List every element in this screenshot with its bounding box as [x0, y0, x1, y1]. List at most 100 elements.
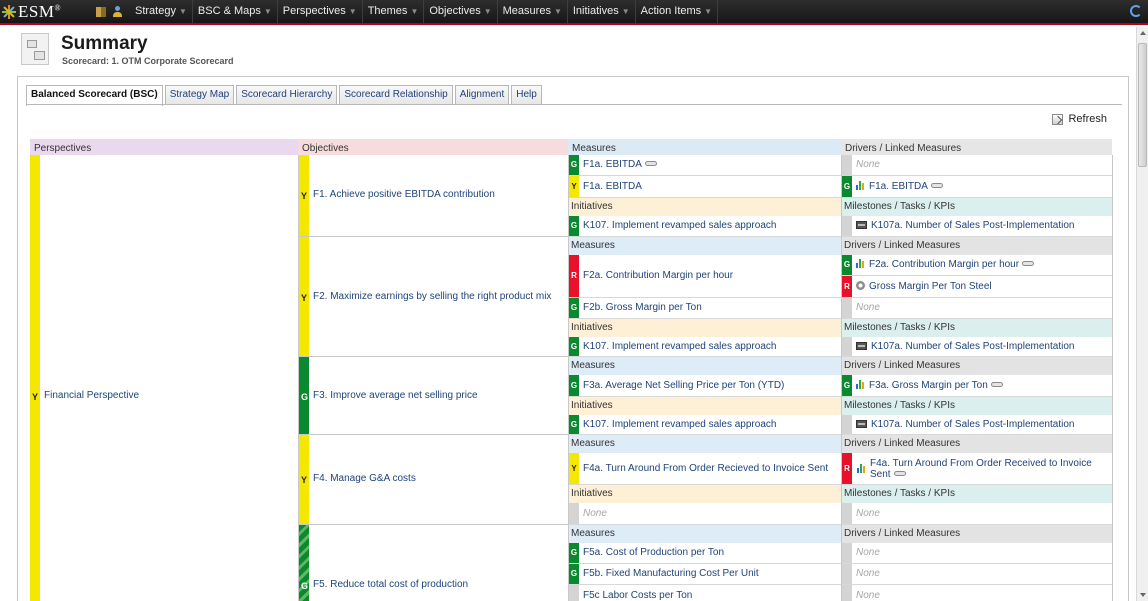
milestone-item[interactable]: K107a. Number of Sales Post-Implementati… [842, 216, 1112, 237]
chart-icon [856, 180, 865, 190]
tab-scorecard-hierarchy[interactable]: Scorecard Hierarchy [236, 85, 338, 105]
driver-item[interactable]: R F4a. Turn Around From Order Received t… [842, 453, 1112, 485]
initiatives-subheader: Initiatives [569, 198, 841, 216]
scrollbar-thumb[interactable] [1138, 43, 1147, 167]
milestone-item-none: None [842, 503, 1112, 525]
chevron-down-icon: ▼ [553, 7, 562, 16]
menu-perspectives[interactable]: Perspectives ▼ [278, 0, 363, 23]
milestones-subheader: Milestones / Tasks / KPIs [842, 397, 1112, 415]
objective-name[interactable]: F1. Achieve positive EBITDA contribution [313, 188, 495, 202]
scroll-up-icon[interactable] [1140, 31, 1146, 35]
milestones-subheader: Milestones / Tasks / KPIs [842, 485, 1112, 503]
objective-status-letter: Y [301, 191, 308, 201]
driver-item[interactable]: R Gross Margin Per Ton Steel [842, 276, 1112, 298]
measure-item[interactable]: R F2a. Contribution Margin per hour [569, 255, 841, 298]
initiative-item[interactable]: G K107. Implement revamped sales approac… [569, 415, 841, 435]
driver-item[interactable]: G F3a. Gross Margin per Ton [842, 375, 1112, 397]
kpi-icon [856, 341, 867, 350]
status-bar: R [569, 255, 579, 297]
objective-name[interactable]: F3. Improve average net selling price [313, 389, 478, 403]
initiatives-subheader: Initiatives [569, 485, 841, 503]
driver-item[interactable]: G F1a. EBITDA [842, 176, 1112, 198]
user-icon[interactable] [112, 6, 122, 17]
chevron-down-icon: ▼ [621, 7, 630, 16]
driver-item-none: None [842, 543, 1112, 564]
logo-text: ESM [18, 1, 55, 21]
menu-strategy[interactable]: Strategy ▼ [130, 0, 193, 23]
perspective-name[interactable]: Financial Perspective [44, 389, 139, 403]
refresh-icon[interactable] [1130, 5, 1142, 17]
status-bar [842, 298, 852, 318]
menu-bsc-maps[interactable]: BSC & Maps ▼ [193, 0, 278, 23]
refresh-label: Refresh [1068, 113, 1107, 125]
chevron-down-icon: ▼ [178, 7, 187, 16]
menu-objectives[interactable]: Objectives ▼ [424, 0, 498, 23]
esm-logo[interactable]: ESM® [0, 0, 92, 23]
kpi-icon [856, 419, 867, 428]
measure-item[interactable]: F5c Labor Costs per Ton [569, 585, 841, 601]
objective-name[interactable]: F2. Maximize earnings by selling the rig… [313, 290, 551, 304]
status-bar: G [569, 155, 579, 175]
status-bar [842, 337, 852, 356]
refresh-button[interactable]: Refresh [1052, 113, 1107, 125]
status-bar [842, 564, 852, 584]
tab-divider [26, 104, 1122, 105]
driver-item[interactable]: G F2a. Contribution Margin per hour [842, 255, 1112, 276]
milestone-item[interactable]: K107a. Number of Sales Post-Implementati… [842, 415, 1112, 435]
milestones-subheader: Milestones / Tasks / KPIs [842, 198, 1112, 216]
initiative-item[interactable]: G K107. Implement revamped sales approac… [569, 216, 841, 237]
menu-initiatives[interactable]: Initiatives ▼ [568, 0, 636, 23]
measure-item[interactable]: G F5a. Cost of Production per Ton [569, 543, 841, 564]
tab-alignment[interactable]: Alignment [454, 85, 510, 105]
objective-row-f3: G F3. Improve average net selling price [299, 357, 568, 435]
chart-icon [857, 464, 866, 473]
column-header-objectives: Objectives [298, 139, 568, 155]
measures-subheader: Measures [569, 357, 841, 375]
tab-strategy-map[interactable]: Strategy Map [164, 85, 235, 105]
driver-item-none: None [842, 155, 1112, 176]
tab-scorecard-relationship[interactable]: Scorecard Relationship [339, 85, 453, 105]
status-bar: Y [569, 453, 579, 484]
objective-name[interactable]: F5. Reduce total cost of production [313, 578, 468, 592]
initiatives-subheader: Initiatives [569, 319, 841, 337]
refresh-icon [1052, 113, 1064, 125]
tab-balanced-scorecard[interactable]: Balanced Scorecard (BSC) [26, 85, 163, 106]
tab-help[interactable]: Help [511, 85, 542, 105]
measures-subheader: Measures [569, 237, 841, 255]
status-bar: G [569, 564, 579, 584]
status-bar: G [842, 176, 852, 197]
content-panel: Balanced Scorecard (BSC) Strategy Map Sc… [17, 76, 1129, 601]
menu-themes[interactable]: Themes ▼ [363, 0, 425, 23]
initiative-item-none: None [569, 503, 841, 525]
vertical-scrollbar[interactable] [1136, 27, 1148, 601]
status-bar: G [842, 375, 852, 396]
measure-item[interactable]: Y F1a. EBITDA [569, 176, 841, 198]
scorecard-summary-icon [21, 33, 49, 65]
measures-subheader: Measures [569, 525, 841, 543]
gear-icon [856, 280, 865, 290]
chevron-down-icon: ▼ [263, 7, 272, 16]
book-icon[interactable] [96, 6, 106, 17]
chevron-down-icon: ▼ [483, 7, 492, 16]
perspective-cell: Y Financial Perspective [30, 155, 298, 601]
scroll-down-icon[interactable] [1140, 593, 1146, 597]
initiative-item[interactable]: G K107. Implement revamped sales approac… [569, 337, 841, 357]
link-icon [930, 182, 943, 188]
objective-status-letter: G [301, 581, 309, 591]
link-icon [990, 381, 1003, 387]
status-bar: R [842, 453, 852, 484]
menu-action-items[interactable]: Action Items ▼ [636, 0, 719, 23]
menu-measures[interactable]: Measures ▼ [498, 0, 568, 23]
objective-name[interactable]: F4. Manage G&A costs [313, 472, 416, 486]
status-bar [842, 543, 852, 563]
measure-item[interactable]: G F5b. Fixed Manufacturing Cost Per Unit [569, 564, 841, 585]
measure-item[interactable]: G F2b. Gross Margin per Ton [569, 298, 841, 319]
milestone-item[interactable]: K107a. Number of Sales Post-Implementati… [842, 337, 1112, 357]
objective-status-letter: Y [301, 293, 308, 303]
measure-item[interactable]: G F1a. EBITDA [569, 155, 841, 176]
drivers-subheader: Drivers / Linked Measures [842, 357, 1112, 375]
objective-status-letter: G [301, 392, 309, 402]
measure-item[interactable]: G F3a. Average Net Selling Price per Ton… [569, 375, 841, 397]
column-header-measures: Measures [568, 139, 841, 155]
measure-item[interactable]: Y F4a. Turn Around From Order Recieved t… [569, 453, 841, 485]
